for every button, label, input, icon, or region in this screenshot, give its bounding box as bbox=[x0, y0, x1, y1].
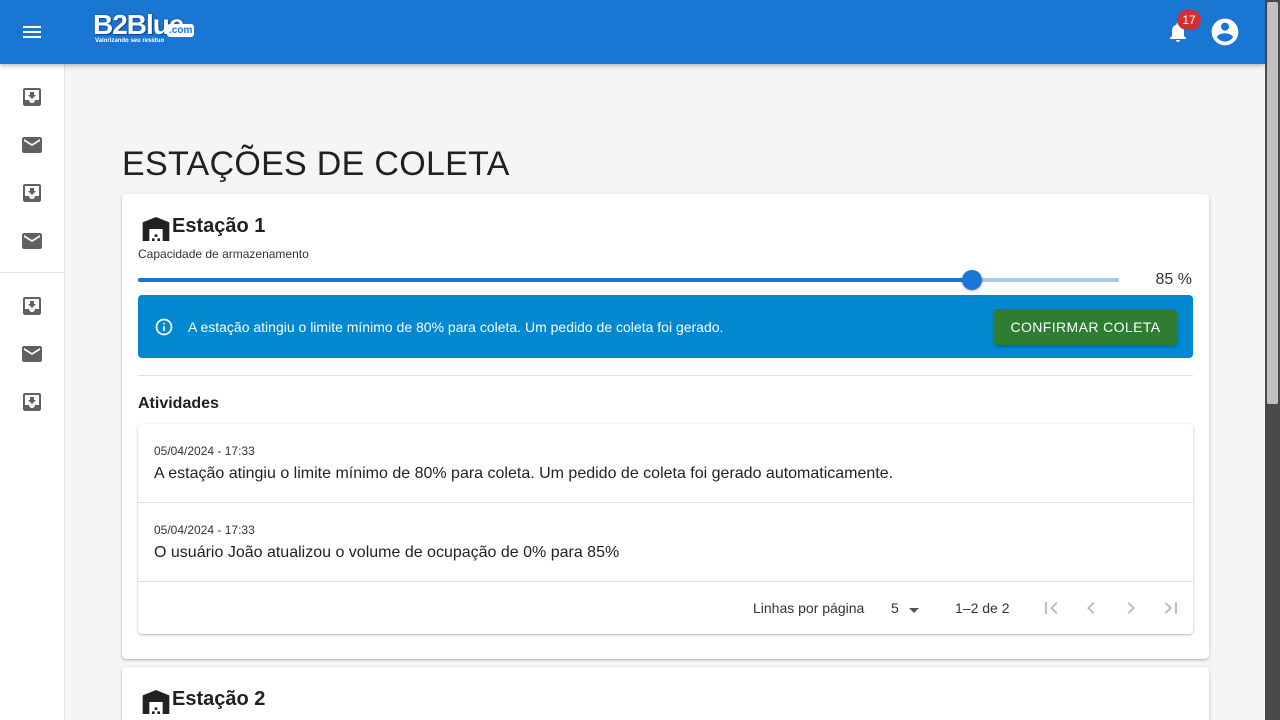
rows-per-page-value: 5 bbox=[891, 600, 899, 616]
notification-badge: 17 bbox=[1177, 10, 1201, 30]
pagination: Linhas por página 5 1–2 de 2 bbox=[138, 582, 1193, 634]
menu-icon[interactable] bbox=[20, 20, 44, 44]
account-circle-icon[interactable] bbox=[1209, 16, 1241, 48]
move-to-inbox-icon[interactable] bbox=[20, 181, 44, 205]
warehouse-icon bbox=[142, 217, 170, 241]
rows-per-page-select[interactable]: 5 bbox=[884, 598, 924, 620]
b2blue-logo[interactable]: B2Blue .com Valorizando seu resíduo bbox=[93, 10, 195, 48]
activity-date: 05/04/2024 - 17:33 bbox=[154, 444, 255, 458]
first-page-icon[interactable] bbox=[1039, 596, 1063, 620]
last-page-icon[interactable] bbox=[1159, 596, 1183, 620]
chevron-left-icon[interactable] bbox=[1079, 596, 1103, 620]
logo-tagline: Valorizando seu resíduo bbox=[95, 38, 165, 44]
page-scrollbar[interactable] bbox=[1265, 0, 1280, 720]
app-bar: B2Blue .com Valorizando seu resíduo 17 bbox=[0, 0, 1265, 64]
mail-icon[interactable] bbox=[20, 133, 44, 157]
rows-per-page-label: Linhas por página bbox=[753, 600, 865, 616]
slider-thumb[interactable] bbox=[961, 270, 982, 290]
activity-text: O usuário João atualizou o volume de ocu… bbox=[154, 544, 620, 561]
move-to-inbox-icon[interactable] bbox=[20, 390, 44, 414]
arrow-drop-down-icon bbox=[909, 608, 919, 613]
scrollbar-thumb[interactable] bbox=[1267, 2, 1278, 404]
mail-icon[interactable] bbox=[20, 229, 44, 253]
list-item: 05/04/2024 - 17:33 O usuário João atuali… bbox=[138, 503, 1193, 582]
chevron-right-icon[interactable] bbox=[1119, 596, 1143, 620]
activities-list: 05/04/2024 - 17:33 A estação atingiu o l… bbox=[138, 424, 1193, 634]
move-to-inbox-icon[interactable] bbox=[20, 294, 44, 318]
divider bbox=[138, 375, 1193, 376]
page-title: ESTAÇÕES DE COLETA bbox=[122, 145, 510, 183]
station-card: Estação 1 Capacidade de armazenamento 85… bbox=[122, 194, 1209, 659]
mail-icon[interactable] bbox=[20, 342, 44, 366]
sidebar-divider bbox=[0, 272, 64, 273]
station-title: Estação 1 bbox=[172, 215, 266, 237]
station-card: Estação 2 bbox=[122, 667, 1209, 720]
activity-date: 05/04/2024 - 17:33 bbox=[154, 523, 255, 537]
list-item: 05/04/2024 - 17:33 A estação atingiu o l… bbox=[138, 424, 1193, 503]
slider-track bbox=[138, 278, 972, 282]
capacity-slider[interactable] bbox=[138, 270, 1119, 290]
warehouse-icon bbox=[142, 690, 170, 714]
confirm-collection-button[interactable]: CONFIRMAR COLETA bbox=[994, 309, 1177, 345]
collection-alert: A estação atingiu o limite mínimo de 80%… bbox=[138, 295, 1193, 358]
move-to-inbox-icon[interactable] bbox=[20, 85, 44, 109]
info-icon bbox=[155, 318, 173, 336]
sidebar bbox=[0, 64, 65, 720]
alert-message: A estação atingiu o limite mínimo de 80%… bbox=[188, 319, 724, 335]
capacity-label: Capacidade de armazenamento bbox=[138, 247, 309, 261]
station-title: Estação 2 bbox=[172, 688, 266, 710]
capacity-percent: 85 % bbox=[1155, 271, 1192, 288]
pagination-range: 1–2 de 2 bbox=[955, 600, 1010, 616]
logo-domain: .com bbox=[167, 24, 195, 37]
activity-text: A estação atingiu o limite mínimo de 80%… bbox=[154, 465, 894, 482]
activities-title: Atividades bbox=[138, 395, 219, 412]
